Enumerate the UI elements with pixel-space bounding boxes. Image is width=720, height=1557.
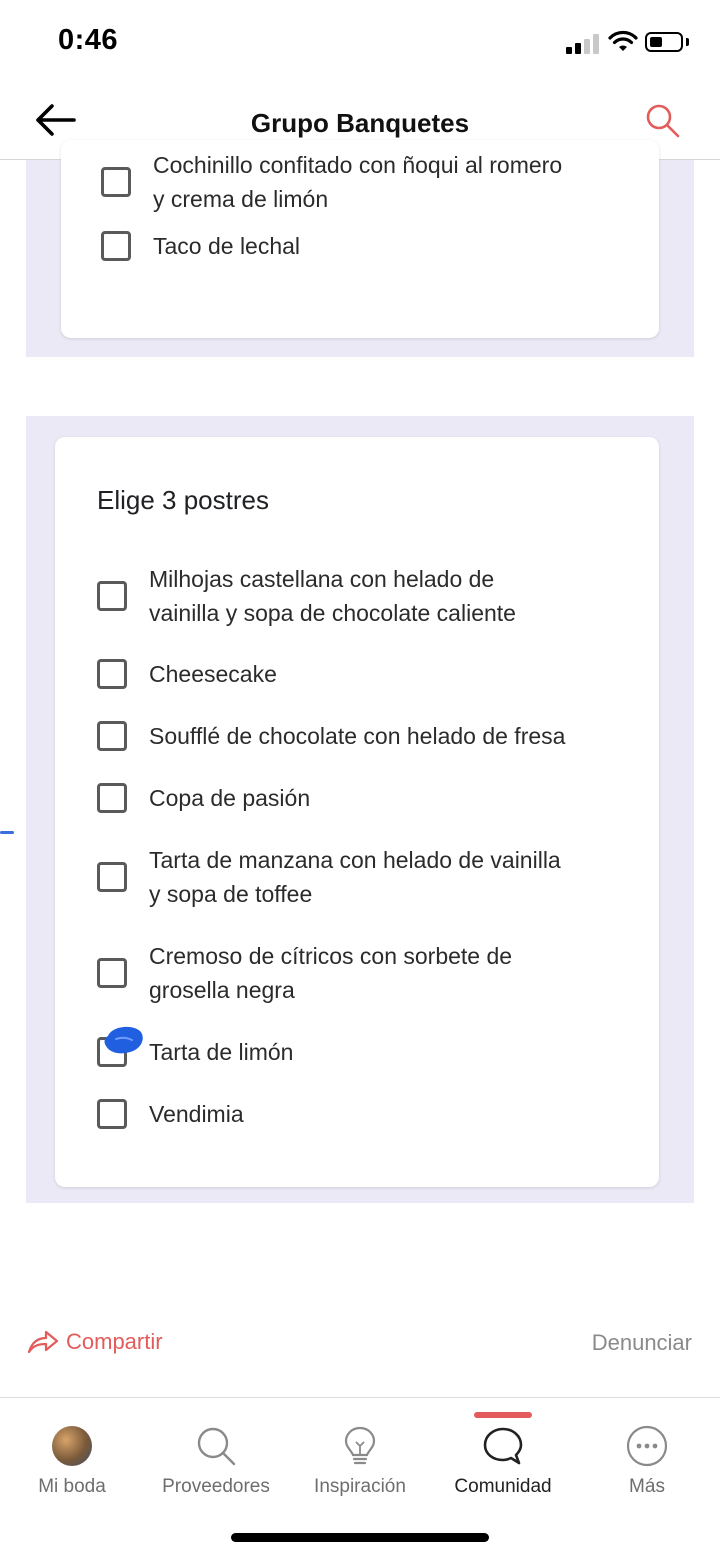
checkbox[interactable] <box>97 1099 127 1129</box>
search-button[interactable] <box>642 100 682 140</box>
avatar-icon <box>52 1426 92 1466</box>
option-cochinillo[interactable]: Cochinillo confitado con ñoqui al romero… <box>101 148 562 216</box>
option-label: Taco de lechal <box>153 233 301 259</box>
question-card: Cochinillo confitado con ñoqui al romero… <box>61 140 659 338</box>
option-label: Tarta de manzana con helado de vainilla … <box>149 847 561 907</box>
status-time: 0:46 <box>58 24 119 56</box>
battery-icon <box>645 32 683 52</box>
form-question-block: Elige 3 postres Milhojas castellana con … <box>26 416 694 1203</box>
option-souffle[interactable]: Soufflé de chocolate con helado de fresa <box>97 719 565 753</box>
question-card-desserts: Elige 3 postres Milhojas castellana con … <box>55 437 659 1187</box>
battery-tip <box>686 38 689 46</box>
option-milhojas[interactable]: Milhojas castellana con helado de vainil… <box>97 562 516 630</box>
checkbox[interactable] <box>97 862 127 892</box>
cellular-signal-icon <box>566 34 600 54</box>
share-button[interactable]: Compartir <box>26 1328 163 1356</box>
option-cheesecake[interactable]: Cheesecake <box>97 657 277 691</box>
option-label: Tarta de limón <box>149 1039 294 1065</box>
nav-label: Más <box>629 1476 665 1497</box>
checkbox[interactable] <box>97 783 127 813</box>
nav-mi-boda[interactable]: Mi boda <box>0 1424 144 1498</box>
option-cremoso-de-citricos[interactable]: Cremoso de cítricos con sorbete de grose… <box>97 939 512 1007</box>
chat-bubble-icon <box>483 1427 523 1465</box>
checkbox[interactable] <box>97 958 127 988</box>
option-taco-de-lechal[interactable]: Taco de lechal <box>101 229 300 263</box>
lightbulb-icon <box>344 1426 376 1465</box>
checkbox[interactable] <box>97 659 127 689</box>
search-icon <box>197 1427 236 1466</box>
ink-scribble-mark <box>102 1022 146 1060</box>
nav-proveedores[interactable]: Proveedores <box>144 1424 288 1498</box>
question-title: Elige 3 postres <box>97 485 269 515</box>
search-icon <box>646 104 680 138</box>
nav-mas[interactable]: Más <box>575 1424 719 1498</box>
option-label: Cremoso de cítricos con sorbete de grose… <box>149 943 513 1003</box>
option-label: Copa de pasión <box>149 785 311 811</box>
nav-comunidad[interactable]: Comunidad <box>431 1424 575 1498</box>
report-button[interactable]: Denunciar <box>592 1330 692 1356</box>
wifi-icon <box>608 30 638 54</box>
page-title: Grupo Banquetes <box>250 108 470 138</box>
checkbox[interactable] <box>97 721 127 751</box>
option-label: Soufflé de chocolate con helado de fresa <box>149 723 566 749</box>
bottom-navigation: Mi boda Proveedores Inspiración Comunida… <box>0 1410 720 1510</box>
scroll-indicator <box>0 831 14 834</box>
checkbox[interactable] <box>101 231 131 261</box>
option-vendimia[interactable]: Vendimia <box>97 1097 244 1131</box>
share-arrow-icon <box>27 1330 59 1354</box>
divider <box>0 1397 720 1398</box>
nav-label: Mi boda <box>38 1476 106 1497</box>
nav-label: Inspiración <box>314 1476 406 1497</box>
nav-inspiracion[interactable]: Inspiración <box>288 1424 432 1498</box>
option-copa-de-pasion[interactable]: Copa de pasión <box>97 781 310 815</box>
option-tarta-de-manzana[interactable]: Tarta de manzana con helado de vainilla … <box>97 843 561 911</box>
option-label: Cheesecake <box>149 661 277 687</box>
home-indicator <box>231 1533 489 1542</box>
checkbox[interactable] <box>97 581 127 611</box>
option-label: Cochinillo confitado con ñoqui al romero… <box>153 152 563 212</box>
form-question-block: Cochinillo confitado con ñoqui al romero… <box>26 140 694 357</box>
checkbox[interactable] <box>101 167 131 197</box>
nav-label: Proveedores <box>162 1476 270 1497</box>
option-label: Vendimia <box>149 1101 244 1127</box>
option-label: Milhojas castellana con helado de vainil… <box>149 566 516 626</box>
nav-label: Comunidad <box>454 1476 552 1497</box>
more-icon <box>626 1425 668 1467</box>
share-label: Compartir <box>66 1329 163 1354</box>
